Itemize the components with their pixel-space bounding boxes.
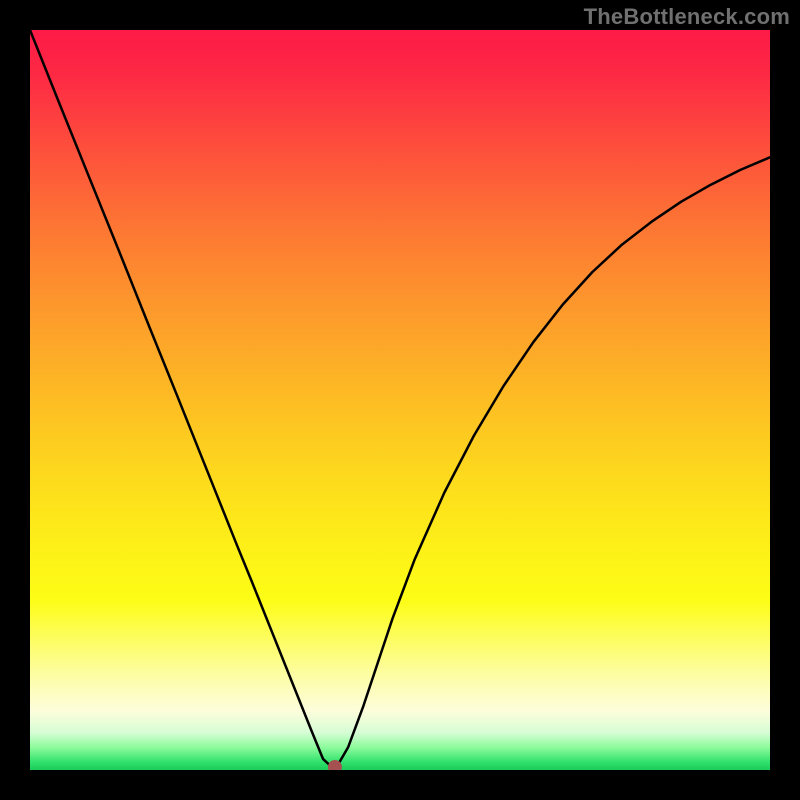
plot-area bbox=[30, 30, 770, 770]
curve-svg bbox=[30, 30, 770, 770]
watermark-text: TheBottleneck.com bbox=[584, 4, 790, 30]
chart-frame: TheBottleneck.com bbox=[0, 0, 800, 800]
bottleneck-curve bbox=[30, 30, 770, 770]
